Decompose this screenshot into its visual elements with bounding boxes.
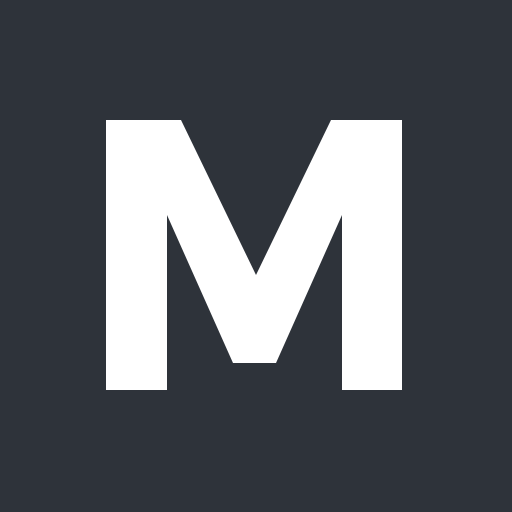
- app-icon: M: [0, 0, 512, 512]
- logo-background: [0, 0, 512, 512]
- m-logo-icon: [0, 0, 512, 512]
